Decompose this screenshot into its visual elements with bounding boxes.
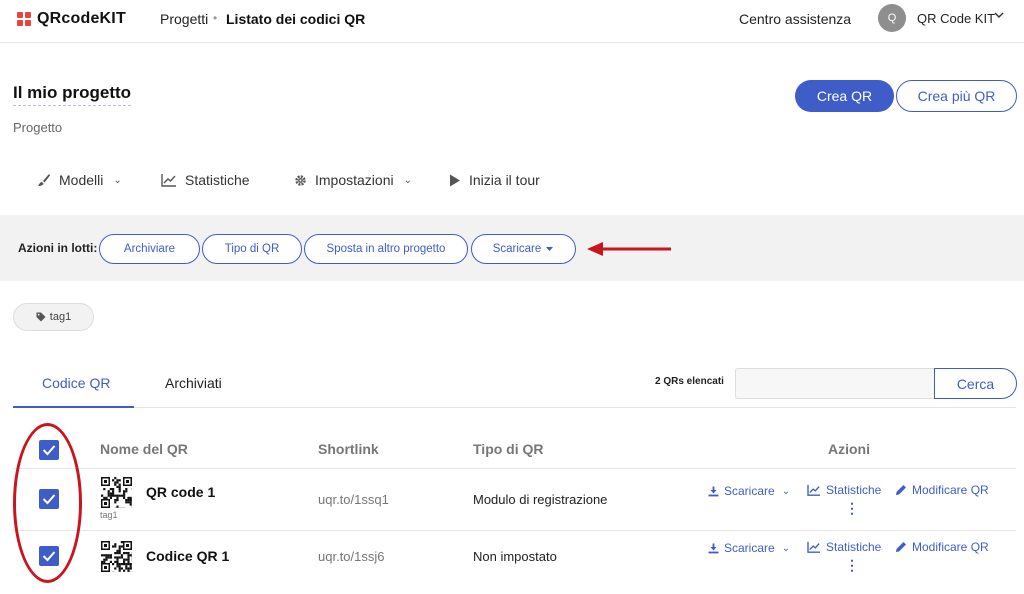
help-center-link[interactable]: Centro assistenza [739,11,851,27]
top-bar: QRcodeKIT Progetti • Listato dei codici … [0,0,1024,43]
create-many-qr-button[interactable]: Crea più QR [896,80,1017,112]
row-edit-label: Modificare QR [912,483,989,497]
line-chart-icon [161,174,176,187]
subnav-tour-label: Inizia il tour [469,172,540,188]
row-edit-button[interactable]: Modificare QR [895,540,989,554]
avatar[interactable]: Q [878,4,906,32]
breadcrumb-separator: • [213,11,218,25]
chevron-down-icon: ⌄ [403,174,412,186]
active-tab-indicator [13,406,134,408]
qr-shortlink[interactable]: uqr.to/1ssq1 [318,492,389,507]
batch-actions-bar: Azioni in lotti: Archiviare Tipo di QR S… [0,215,1024,281]
logo-icon [17,12,31,26]
archive-button[interactable]: Archiviare [99,234,200,264]
brush-icon [38,174,50,186]
chevron-down-icon: ⌄ [781,542,791,554]
row-download-label: Scaricare [724,541,775,555]
row-edit-label: Modificare QR [912,540,989,554]
breadcrumb-current: Listato dei codici QR [226,11,366,27]
subnav-templates-label: Modelli [59,172,104,188]
subnav-settings-label: Impostazioni [315,172,394,188]
list-count: 2 QRs elencati [655,376,724,387]
tab-qr-codes[interactable]: Codice QR [42,375,110,391]
batch-actions-label: Azioni in lotti: [18,241,98,255]
qr-shortlink[interactable]: uqr.to/1ssj6 [318,549,385,564]
download-icon [708,543,719,553]
breadcrumb-projects[interactable]: Progetti [160,11,208,27]
tag-filter-label: tag1 [49,311,72,323]
chevron-down-icon[interactable] [993,9,1005,24]
row-divider [13,530,1016,531]
subnav-templates[interactable]: Modelli ⌄ [37,172,122,188]
column-header-type: Tipo di QR [473,441,544,457]
play-icon [450,174,460,186]
more-options-icon[interactable]: ⋮ [845,558,859,572]
tab-archived[interactable]: Archiviati [165,375,222,391]
tag-icon [36,312,46,322]
download-dropdown-button[interactable]: Scaricare [471,234,576,264]
qr-name[interactable]: QR code 1 [146,484,215,500]
tag-filter-chip[interactable]: tag1 [13,303,94,331]
row-download-button[interactable]: Scaricare ⌄ [708,484,790,498]
annotation-arrow-icon [587,242,671,256]
subnav-tour[interactable]: Inizia il tour [449,172,540,188]
pencil-icon [896,542,906,552]
download-icon [708,486,719,496]
chevron-down-icon: ⌄ [781,485,791,497]
row-divider [13,468,1016,469]
qr-type-button[interactable]: Tipo di QR [202,234,302,264]
search-button[interactable]: Cerca [934,368,1017,399]
gear-icon [295,174,306,186]
qr-name[interactable]: Codice QR 1 [146,548,229,564]
logo[interactable]: QRcodeKIT [17,10,126,28]
qr-type: Modulo di registrazione [473,492,608,507]
qr-tag: tag1 [100,510,118,520]
column-header-actions: Azioni [828,441,870,457]
subnav-statistics[interactable]: Statistiche [161,172,250,188]
account-name[interactable]: QR Code KIT [917,11,995,26]
caret-down-icon [546,247,554,251]
pencil-icon [896,485,906,495]
create-qr-button[interactable]: Crea QR [795,80,894,112]
column-header-name: Nome del QR [100,441,188,457]
line-chart-icon [807,541,820,553]
annotation-ellipse [13,423,82,583]
download-dropdown-label: Scaricare [492,243,542,255]
line-chart-icon [807,484,820,496]
more-options-icon[interactable]: ⋮ [845,501,859,515]
row-edit-button[interactable]: Modificare QR [895,483,989,497]
row-download-button[interactable]: Scaricare ⌄ [708,541,790,555]
row-statistics-label: Statistiche [826,483,882,497]
column-header-shortlink: Shortlink [318,441,379,457]
move-project-button[interactable]: Sposta in altro progetto [304,234,468,264]
row-statistics-button[interactable]: Statistiche [807,483,881,497]
row-statistics-button[interactable]: Statistiche [807,540,881,554]
project-title[interactable]: Il mio progetto [13,83,132,106]
qr-code-icon[interactable] [101,541,132,572]
project-subtitle: Progetto [13,120,63,135]
row-statistics-label: Statistiche [826,540,882,554]
row-download-label: Scaricare [724,484,775,498]
qr-code-icon[interactable] [101,477,132,508]
qr-type: Non impostato [473,549,557,564]
tabs-divider [13,407,1016,408]
logo-text: QRcodeKIT [37,10,126,27]
subnav-settings[interactable]: Impostazioni ⌄ [294,172,412,188]
subnav-statistics-label: Statistiche [185,172,250,188]
chevron-down-icon: ⌄ [113,174,122,186]
search-input[interactable] [735,368,935,399]
